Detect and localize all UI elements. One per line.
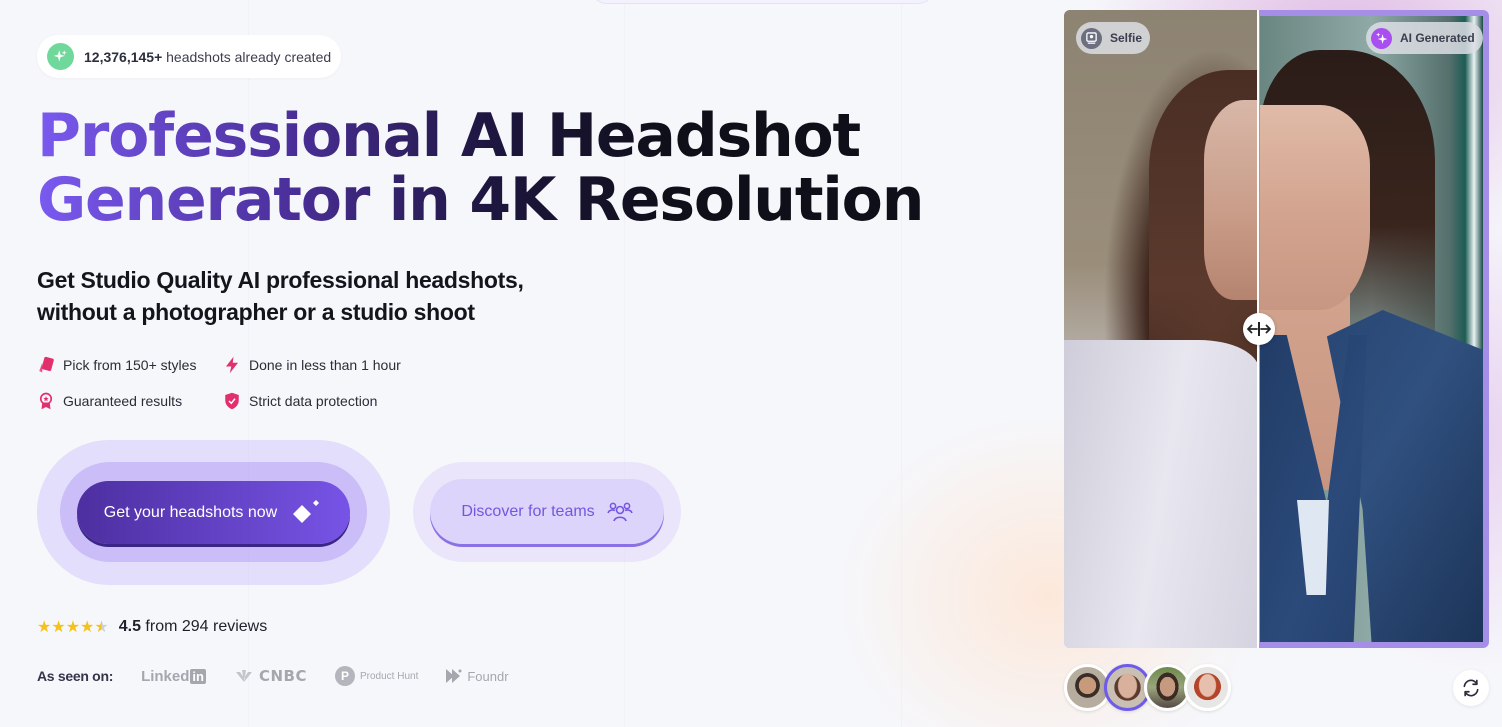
lightning-icon xyxy=(226,356,238,374)
discover-teams-label: Discover for teams xyxy=(461,502,595,520)
counter-text: 12,376,145+ headshots already created xyxy=(84,49,331,65)
feature-protection: Strict data protection xyxy=(223,392,377,410)
sparkle-icon xyxy=(1371,27,1392,49)
star-rating: ★★★★★ xyxy=(37,617,109,637)
linkedin-logo: Linked in xyxy=(141,667,206,685)
counter-label: headshots already created xyxy=(162,48,332,65)
selfie-face xyxy=(1204,100,1259,300)
team-users-icon xyxy=(606,502,633,521)
subtitle-line-2: without a photographer or a studio shoot xyxy=(37,299,475,325)
feature-guarantee: Guaranteed results xyxy=(37,392,182,410)
selfie-tag: Selfie xyxy=(1076,22,1151,54)
product-hunt-logo: P Product Hunt xyxy=(334,666,418,686)
thumbnail-woman-redhead[interactable] xyxy=(1184,664,1231,711)
title-line-1: Professional AI Headshot xyxy=(37,101,860,171)
feature-label: Guaranteed results xyxy=(63,393,183,409)
star-icon: ★ xyxy=(51,619,66,636)
subtitle-line-1: Get Studio Quality AI professional heads… xyxy=(37,267,524,293)
feature-label: Pick from 150+ styles xyxy=(63,357,197,373)
feature-label: Done in less than 1 hour xyxy=(249,357,401,373)
feature-label: Strict data protection xyxy=(249,393,378,409)
cnbc-logo: CNBC xyxy=(234,667,307,685)
award-badge-icon xyxy=(39,392,53,410)
as-seen-on-label: As seen on: xyxy=(37,668,114,684)
selfie-label: Selfie xyxy=(1110,31,1143,45)
rating-count: from 294 reviews xyxy=(140,618,268,635)
top-nav-pill xyxy=(590,0,935,4)
get-headshots-button[interactable]: Get your headshots now xyxy=(77,481,350,544)
star-icon: ★ xyxy=(80,619,95,636)
as-seen-on: As seen on: Linked in CNBC P Product Hunt … xyxy=(37,666,509,686)
feature-styles: Pick from 150+ styles xyxy=(37,356,196,374)
selfie-shirt xyxy=(1064,340,1259,648)
selfie-icon xyxy=(1081,27,1102,49)
arrows-horizontal-icon xyxy=(1247,322,1271,336)
ai-generated-tag: AI Generated xyxy=(1366,22,1483,54)
get-headshots-label: Get your headshots now xyxy=(103,503,278,521)
rating-value: 4.5 xyxy=(118,618,141,635)
foundr-logo: Foundr xyxy=(446,669,509,684)
diamond-sparkle-icon xyxy=(293,499,320,523)
refresh-button[interactable] xyxy=(1453,670,1489,706)
ai-face xyxy=(1260,105,1370,310)
title-line-2: Generator in 4K Resolution xyxy=(37,165,924,235)
subtitle: Get Studio Quality AI professional heads… xyxy=(37,264,524,328)
refresh-icon xyxy=(1463,679,1479,697)
shield-check-icon xyxy=(225,392,239,410)
feature-speed: Done in less than 1 hour xyxy=(223,356,401,374)
rating-text: 4.5 from 294 reviews xyxy=(119,618,268,636)
page-title: Professional AI Headshot Generator in 4K… xyxy=(37,104,937,232)
sparkle-icon xyxy=(47,43,74,70)
example-thumbnails xyxy=(1064,664,1231,711)
headshots-counter-badge: 12,376,145+ headshots already created xyxy=(37,35,341,78)
rating-summary: ★★★★★ 4.5 from 294 reviews xyxy=(37,617,267,637)
slider-handle[interactable] xyxy=(1243,313,1275,345)
half-star-icon: ★ xyxy=(94,619,109,636)
styles-cards-icon xyxy=(39,356,54,373)
ai-generated-label: AI Generated xyxy=(1400,31,1475,45)
counter-number: 12,376,145+ xyxy=(84,48,163,65)
star-icon: ★ xyxy=(65,619,81,636)
before-after-comparison[interactable] xyxy=(1064,10,1489,648)
star-icon: ★ xyxy=(37,619,52,636)
discover-teams-button[interactable]: Discover for teams xyxy=(430,479,664,544)
